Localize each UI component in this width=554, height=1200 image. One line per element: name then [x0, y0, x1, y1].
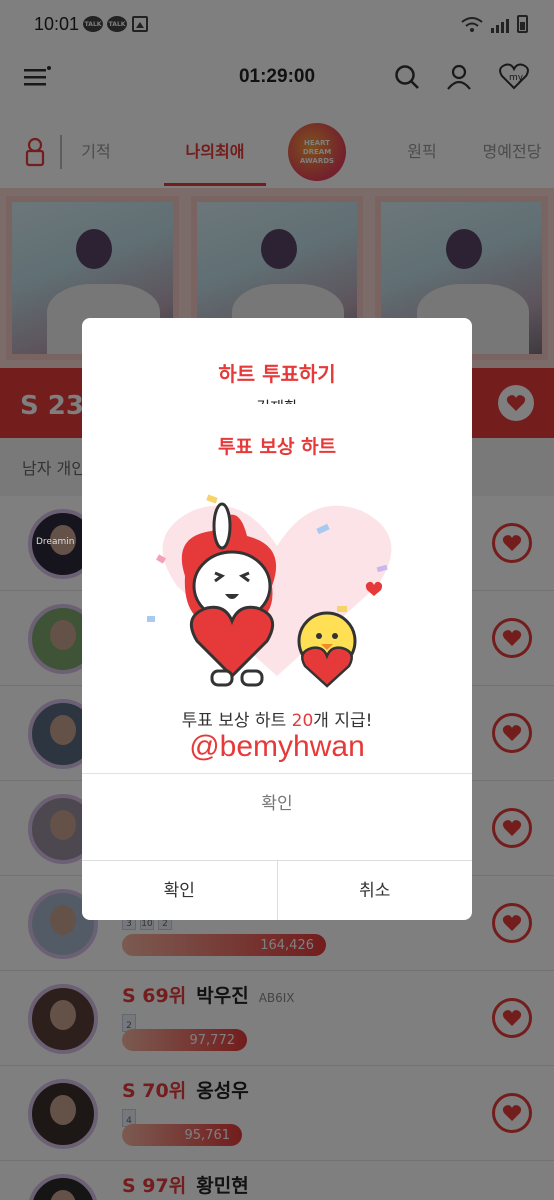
reward-count: 20 — [291, 711, 314, 731]
user-handle-watermark: @bemyhwan — [189, 730, 365, 763]
confirm-button[interactable]: 확인 — [82, 773, 472, 833]
reward-heart-dialog: 투표 보상 하트 투표 보상 하트 20개 지급! @bemyhwan 확인 — [82, 404, 472, 833]
reward-character-illustration — [147, 494, 392, 688]
dialog-title: 투표 보상 하트 — [217, 436, 337, 458]
reward-message: 투표 보상 하트 20개 지급! — [181, 711, 373, 731]
